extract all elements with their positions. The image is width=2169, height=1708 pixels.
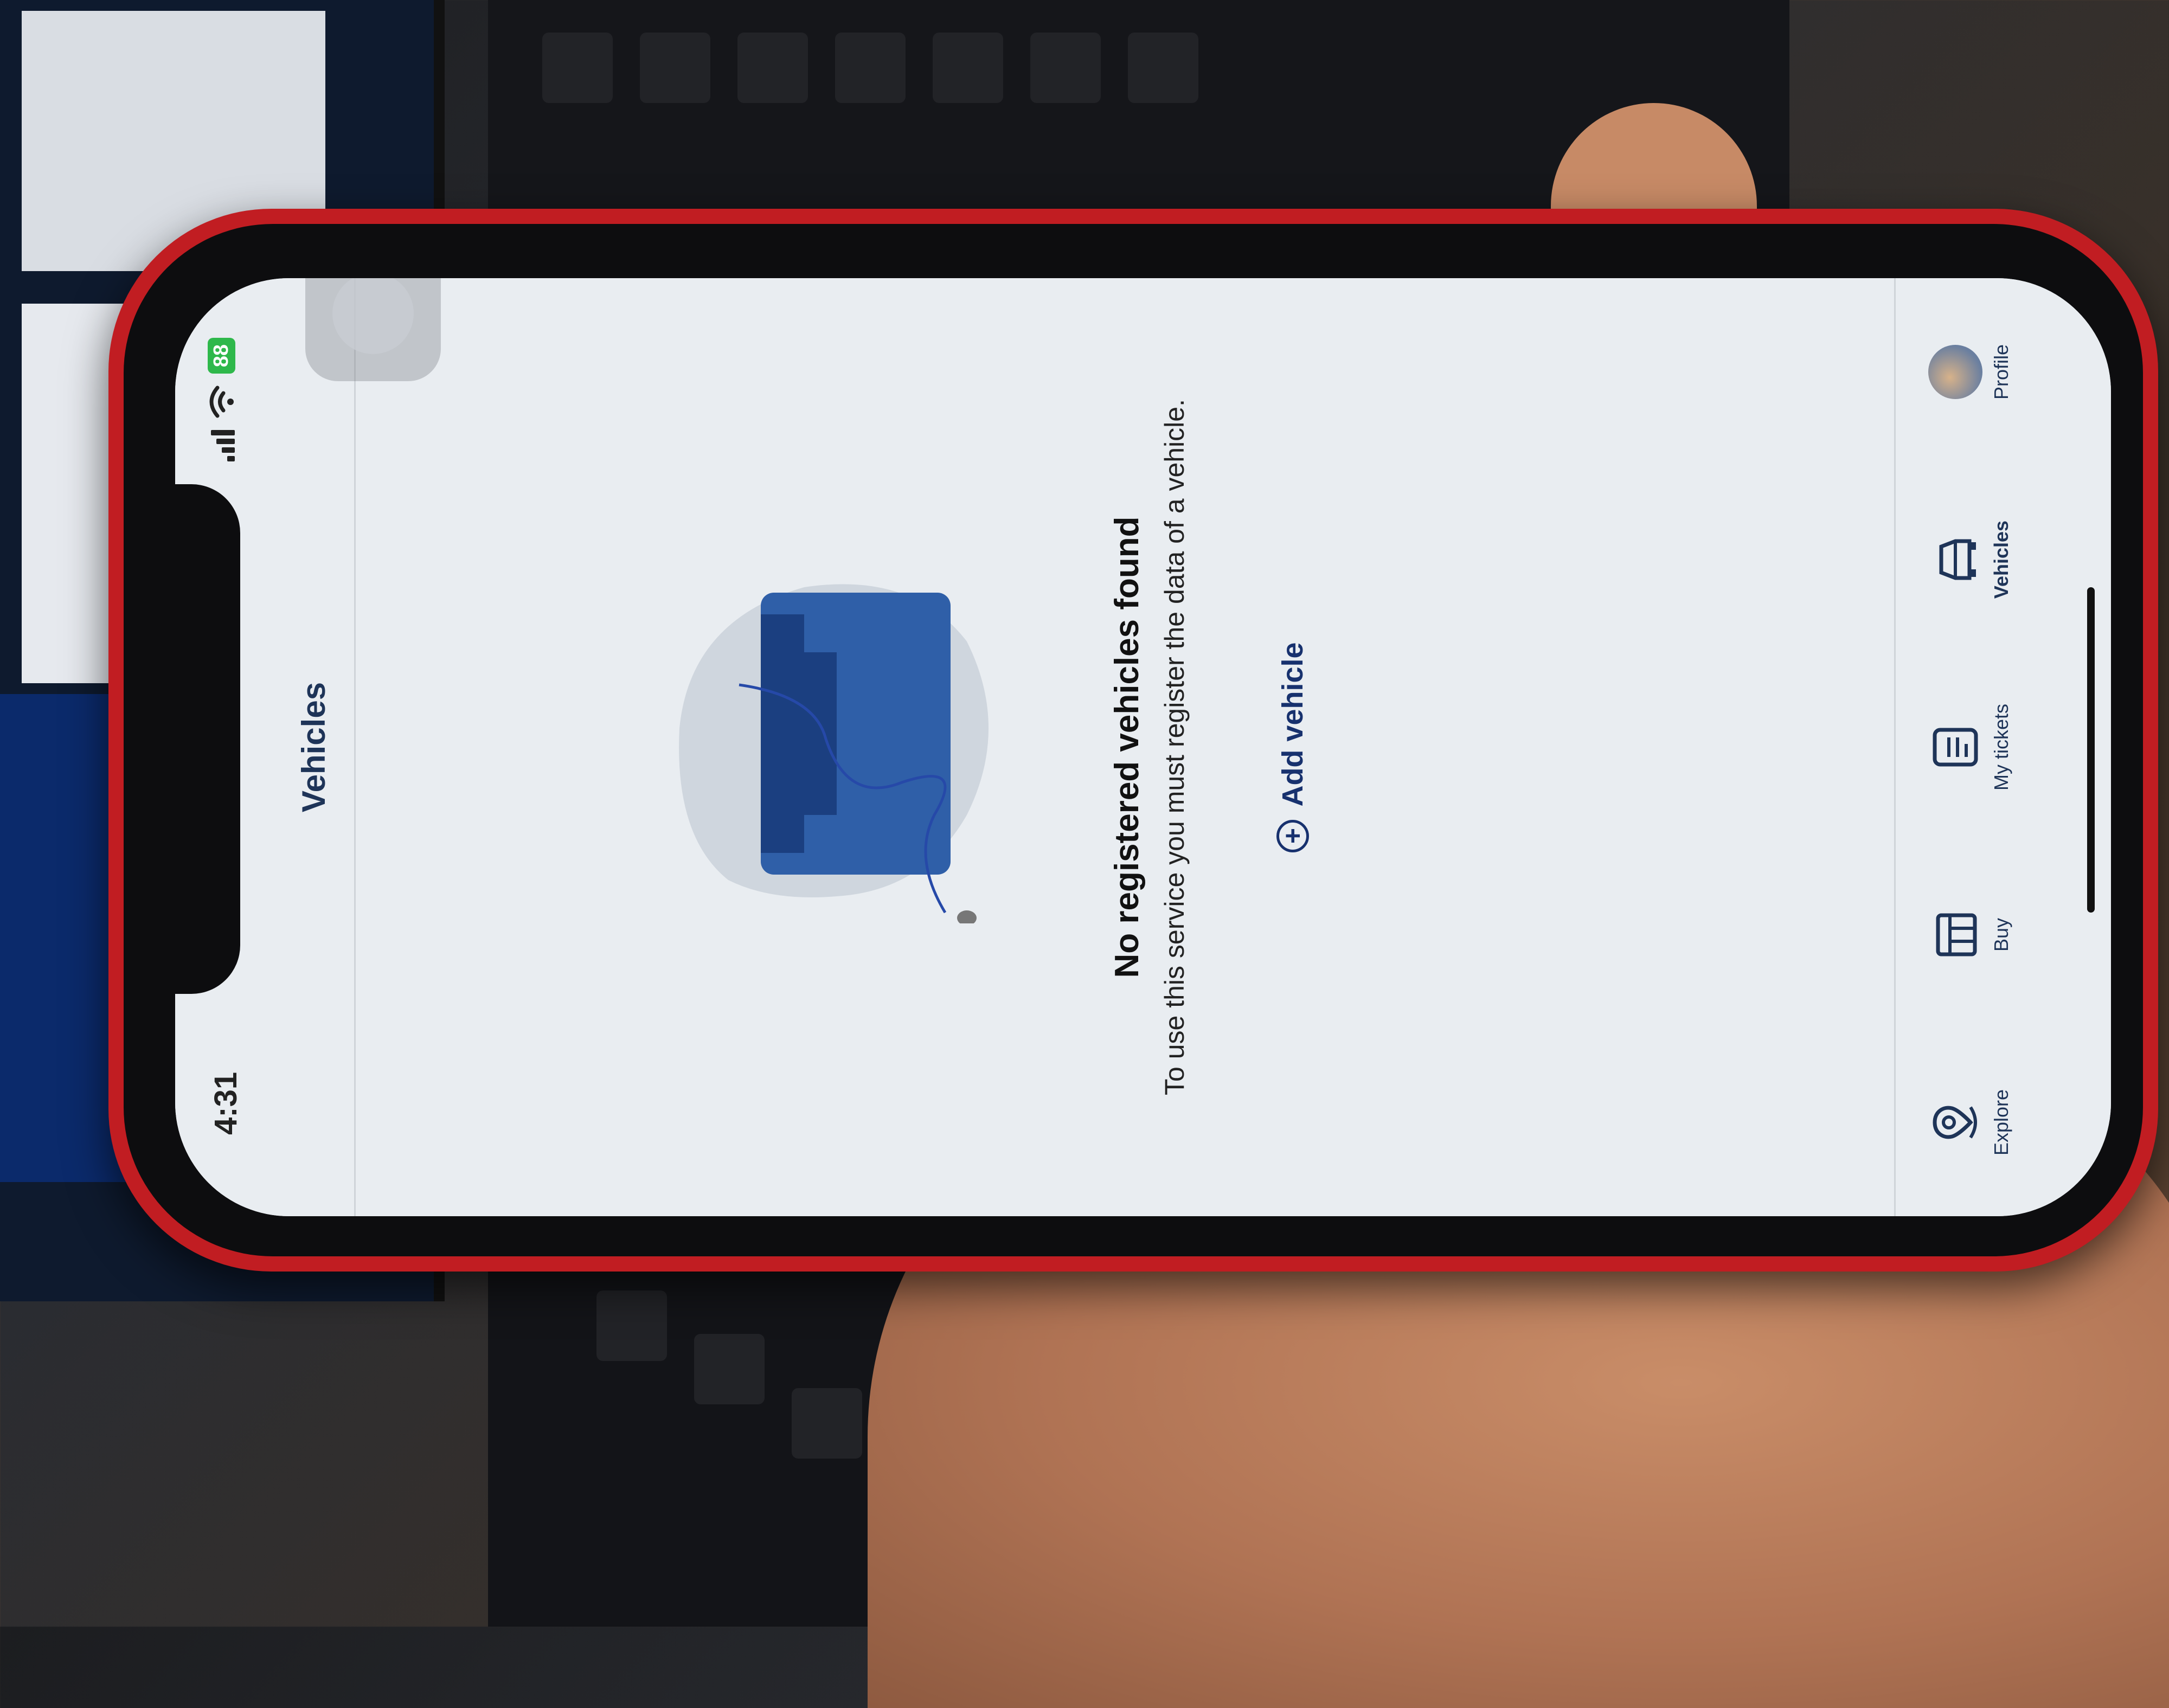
avatar	[1928, 345, 1982, 399]
tab-buy[interactable]: Buy	[1928, 853, 2013, 1016]
tab-my-tickets[interactable]: My tickets	[1928, 666, 2013, 829]
nav-header: Vehicles	[273, 278, 356, 1216]
add-vehicle-button[interactable]: + Add vehicle	[1276, 278, 1310, 1216]
phone-notch	[175, 484, 240, 994]
status-icons: 88	[208, 338, 235, 462]
tab-label: Explore	[1990, 1089, 2012, 1156]
keyboard-key	[792, 1388, 862, 1459]
plus-circle-icon: +	[1276, 819, 1309, 852]
keyboard-key	[596, 1290, 667, 1361]
tab-profile[interactable]: Profile	[1928, 291, 2013, 453]
tab-explore[interactable]: Explore	[1928, 1041, 2013, 1204]
assistive-touch-button[interactable]	[305, 278, 441, 381]
app-screen: 4:31 88 Vehicles No registered vehicles …	[175, 278, 2111, 1216]
empty-vehicles-illustration	[679, 584, 989, 923]
keyboard-key	[1128, 33, 1198, 103]
phone: 4:31 88 Vehicles No registered vehicles …	[108, 209, 2158, 1272]
map-pin-icon	[1933, 1106, 1977, 1139]
battery-icon: 88	[208, 338, 235, 374]
keyboard-key	[737, 33, 808, 103]
signal-icon	[209, 430, 235, 462]
tab-label: Profile	[1990, 344, 2012, 400]
keyboard-key	[694, 1334, 765, 1404]
keyboard-key	[1030, 33, 1101, 103]
add-vehicle-label: Add vehicle	[1276, 642, 1309, 807]
tab-bar: Explore Buy My tickets Vehicles Profile	[1894, 278, 2111, 1216]
tab-label: Buy	[1990, 917, 2012, 952]
page-title: Vehicles	[295, 682, 332, 813]
wifi-icon	[209, 386, 234, 418]
ticket-icon	[1933, 728, 1978, 767]
keyboard-key	[933, 33, 1003, 103]
home-indicator	[2087, 587, 2095, 913]
tab-label: My tickets	[1990, 704, 2012, 791]
tab-label: Vehicles	[1990, 520, 2012, 599]
parking-lot-icon	[1936, 913, 1977, 956]
keyboard-key	[835, 33, 906, 103]
status-time: 4:31	[208, 1071, 243, 1135]
tab-vehicles[interactable]: Vehicles	[1928, 478, 2013, 641]
keyboard-key	[640, 33, 710, 103]
keyboard-key	[542, 33, 613, 103]
phone-screen: 4:31 88 Vehicles No registered vehicles …	[175, 278, 2111, 1216]
car-icon	[1939, 539, 1976, 580]
empty-state-description: To use this service you must register th…	[1159, 399, 1190, 1095]
empty-state-title: No registered vehicles found	[1108, 516, 1146, 978]
phone-bezel: 4:31 88 Vehicles No registered vehicles …	[124, 224, 2143, 1256]
